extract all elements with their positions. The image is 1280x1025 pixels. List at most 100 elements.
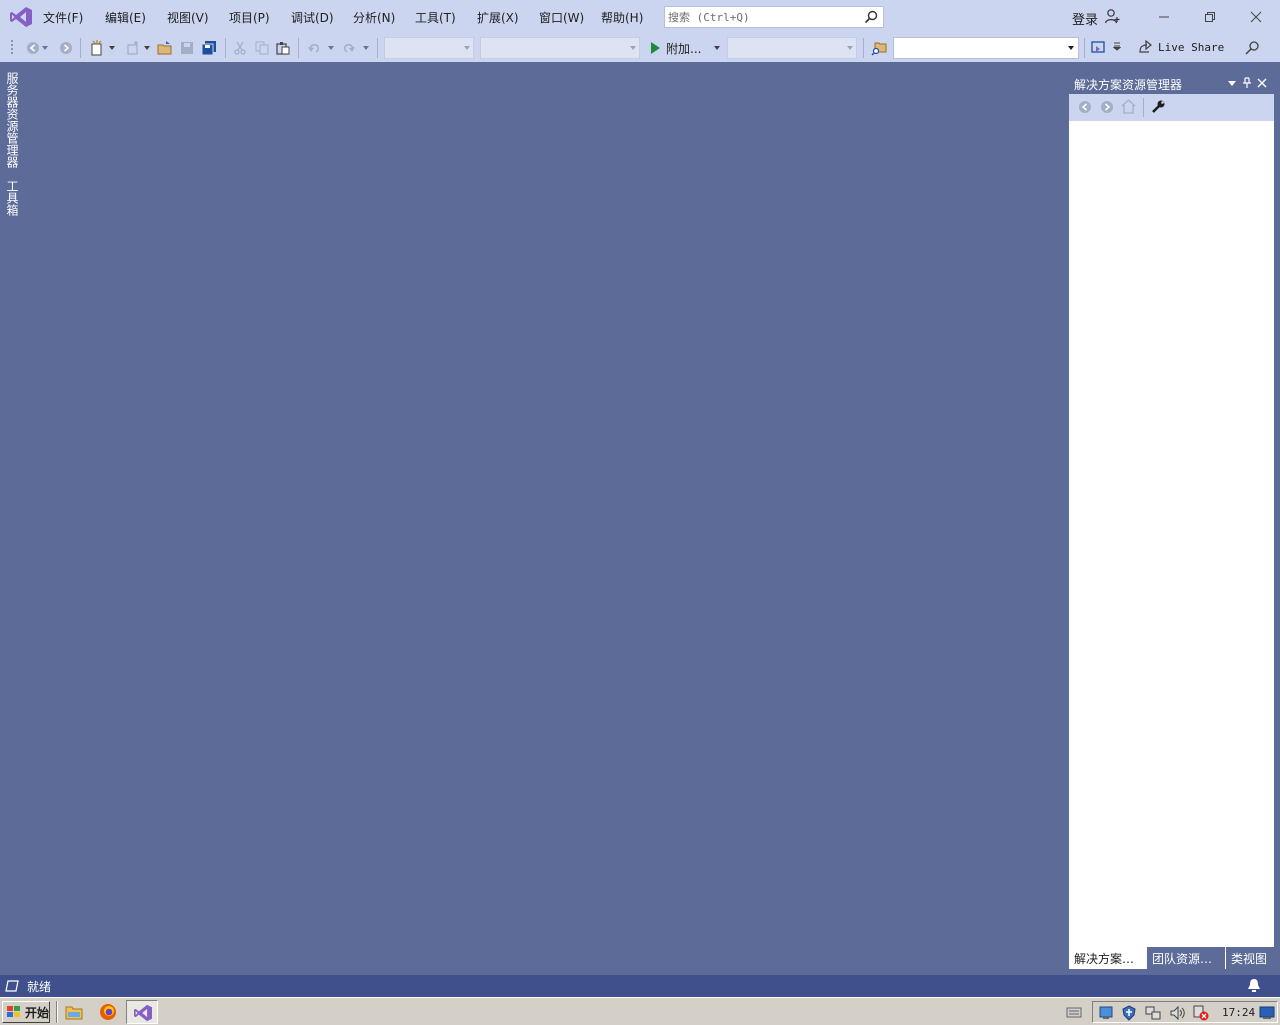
tab-solution-explorer[interactable]: 解决方案…: [1069, 947, 1145, 969]
save-all-button[interactable]: [200, 39, 218, 57]
search-box[interactable]: [664, 6, 884, 28]
navigate-forward-button[interactable]: [57, 39, 75, 57]
paste-button[interactable]: [274, 39, 292, 57]
copy-button[interactable]: [253, 39, 271, 57]
visual-studio-logo-icon[interactable]: [9, 6, 33, 28]
network-disconnected-icon[interactable]: [1193, 1005, 1209, 1021]
login-link[interactable]: 登录: [1072, 9, 1098, 28]
status-bar: 就绪: [0, 975, 1280, 997]
tab-class-view[interactable]: 类视图: [1226, 947, 1274, 969]
restore-button[interactable]: [1187, 0, 1233, 34]
notification-bell-icon[interactable]: [1247, 978, 1261, 993]
search-input[interactable]: [668, 8, 858, 26]
menu-tools[interactable]: 工具(T): [415, 9, 456, 25]
open-file-button[interactable]: [156, 39, 174, 57]
volume-icon[interactable]: [1169, 1005, 1185, 1021]
menu-window[interactable]: 窗口(W): [539, 9, 584, 25]
start-debug-button[interactable]: [646, 39, 664, 57]
find-in-files-button[interactable]: [870, 39, 888, 57]
menu-analyze[interactable]: 分析(N): [353, 9, 395, 25]
solution-explorer-title: 解决方案资源管理器: [1074, 78, 1183, 92]
toolbar-separator: [1143, 98, 1144, 117]
save-button[interactable]: [178, 39, 196, 57]
lan-icon[interactable]: [1145, 1005, 1161, 1021]
chevron-down-icon: [714, 46, 720, 50]
open-folder-icon: [157, 41, 172, 55]
solution-configurations-combo[interactable]: [384, 37, 474, 59]
cut-button[interactable]: [231, 39, 249, 57]
windows-logo-icon: [7, 1006, 20, 1017]
attach-button[interactable]: 附加...: [666, 40, 701, 57]
attach-dropdown[interactable]: [712, 39, 722, 57]
toolbar-separator: [377, 38, 378, 58]
chevron-down-icon: [847, 46, 853, 50]
add-item-icon: [127, 41, 138, 55]
menu-help[interactable]: 帮助(H): [601, 9, 643, 25]
keyboard-icon[interactable]: [1066, 1005, 1082, 1019]
menu-file[interactable]: 文件(F): [43, 9, 83, 25]
find-combo[interactable]: [893, 37, 1079, 59]
device-button[interactable]: [1090, 39, 1108, 57]
solution-explorer-tabstrip: 解决方案… 团队资源… 类视图: [1069, 947, 1274, 969]
chevron-down-icon: [363, 46, 369, 50]
toolbar-grip-icon[interactable]: [11, 39, 15, 57]
back-arrow-icon[interactable]: [1078, 100, 1092, 114]
redo-button[interactable]: [340, 39, 358, 57]
menu-extensions[interactable]: 扩展(X): [477, 9, 519, 25]
menu-edit[interactable]: 编辑(E): [105, 9, 146, 25]
search-icon[interactable]: [864, 10, 878, 24]
user-icon[interactable]: [1104, 8, 1120, 24]
home-icon[interactable]: [1121, 99, 1136, 114]
close-icon[interactable]: [1257, 78, 1267, 88]
pin-icon[interactable]: [1242, 77, 1252, 89]
tab-server-explorer[interactable]: 服务器资源管理器: [4, 72, 21, 168]
tab-toolbox[interactable]: 工具箱: [4, 180, 21, 216]
chevron-down-icon: [42, 46, 48, 50]
add-item-button[interactable]: [124, 39, 142, 57]
toolbar-separator: [225, 38, 226, 58]
firefox-icon[interactable]: [99, 1003, 117, 1021]
menu-project[interactable]: 项目(P): [229, 9, 270, 25]
network-icon[interactable]: [1098, 1005, 1114, 1021]
undo-dropdown[interactable]: [326, 39, 336, 57]
scissors-icon: [234, 41, 246, 55]
play-icon: [651, 42, 660, 54]
file-explorer-icon[interactable]: [65, 1004, 83, 1020]
os-taskbar: 开始 17:24: [0, 997, 1280, 1025]
new-project-dropdown[interactable]: [107, 39, 117, 57]
close-button[interactable]: [1233, 0, 1279, 34]
feedback-button[interactable]: [1243, 39, 1261, 57]
solution-explorer-tree[interactable]: [1069, 121, 1274, 951]
live-share-icon: [1139, 40, 1152, 53]
new-project-button[interactable]: [88, 39, 106, 57]
minimize-button[interactable]: [1141, 0, 1187, 34]
chevron-down-icon: [1068, 46, 1074, 50]
menu-view[interactable]: 视图(V): [167, 9, 209, 25]
undo-icon: [308, 44, 319, 53]
forward-arrow-icon: [60, 42, 72, 54]
visual-studio-taskbar-button[interactable]: [126, 1000, 158, 1024]
navigate-back-dropdown[interactable]: [40, 39, 50, 57]
security-shield-icon[interactable]: [1121, 1005, 1137, 1021]
toolbar-options-button[interactable]: [1111, 39, 1123, 57]
toolbar-separator: [1084, 38, 1085, 58]
wrench-icon[interactable]: [1151, 99, 1166, 114]
clock: 17:24: [1222, 1006, 1256, 1019]
minimize-icon: [1159, 16, 1169, 18]
show-desktop-icon[interactable]: [1259, 1006, 1275, 1020]
menu-debug[interactable]: 调试(D): [291, 9, 334, 25]
solution-platforms-combo[interactable]: [480, 37, 640, 59]
solution-explorer-header: 解决方案资源管理器: [1069, 72, 1274, 94]
copy-icon: [255, 41, 269, 55]
tab-team-explorer[interactable]: 团队资源…: [1147, 947, 1225, 969]
redo-dropdown[interactable]: [361, 39, 371, 57]
live-share-button[interactable]: Live Share: [1138, 40, 1224, 54]
startup-item-combo[interactable]: [727, 37, 857, 59]
forward-arrow-icon[interactable]: [1100, 100, 1114, 114]
status-text: 就绪: [27, 980, 52, 994]
chevron-down-icon[interactable]: [1228, 81, 1236, 86]
start-button[interactable]: 开始: [2, 1001, 50, 1023]
undo-button[interactable]: [305, 39, 323, 57]
toolbar-separator: [298, 38, 299, 58]
add-item-dropdown[interactable]: [142, 39, 152, 57]
